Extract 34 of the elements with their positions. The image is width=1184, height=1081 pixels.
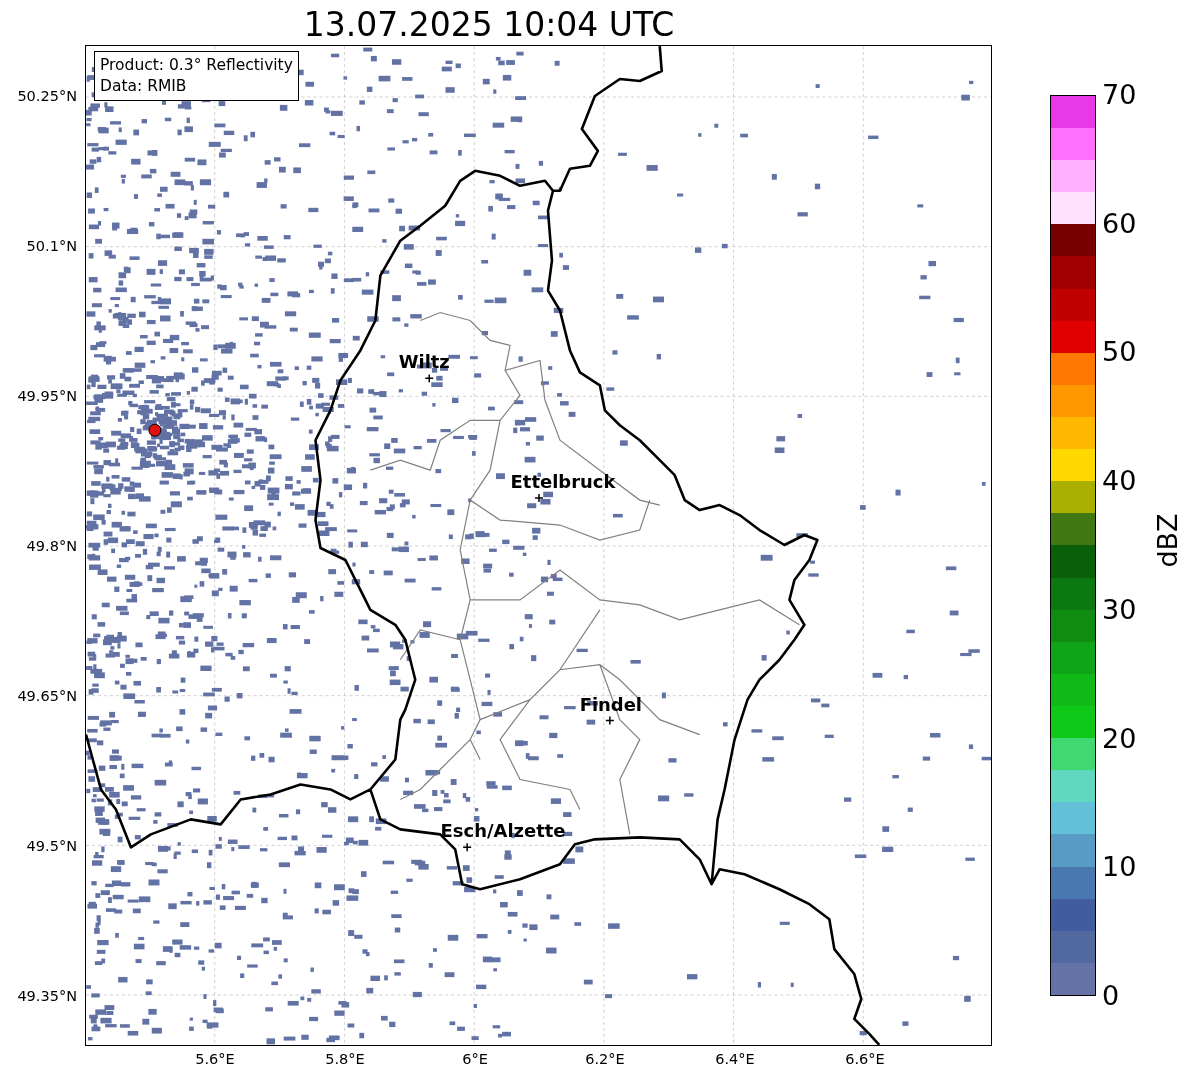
- city-marker-icon: [534, 493, 544, 503]
- longitude-label: 5.6°E: [194, 1051, 236, 1067]
- latitude-label: 50.25°N: [17, 88, 77, 104]
- city-label: Wiltz: [398, 351, 450, 373]
- scale-tick-label: 30: [1102, 593, 1137, 626]
- scale-tick-label: 0: [1102, 980, 1120, 1012]
- latitude-label: 49.95°N: [17, 388, 77, 404]
- scale-tick-label: 10: [1102, 851, 1137, 884]
- latitude-label: 50.1°N: [26, 238, 77, 254]
- legend-text: Product: 0.3° Reflectivity: [100, 55, 293, 76]
- scale-tick-label: 40: [1102, 465, 1137, 498]
- longitude-label: 6.2°E: [584, 1051, 626, 1067]
- scale-tick-label: 50: [1102, 336, 1137, 369]
- latitude-label: 49.5°N: [26, 838, 77, 854]
- longitude-label: 6°E: [461, 1051, 489, 1067]
- scale-tick-label: 60: [1102, 207, 1137, 240]
- scale-tick-label: 20: [1102, 722, 1137, 755]
- city-marker-icon: [462, 842, 472, 853]
- scale-tick-label: 70: [1102, 79, 1137, 111]
- longitude-label: 5.8°E: [324, 1051, 366, 1067]
- latitude-label: 49.35°N: [17, 988, 77, 1004]
- chart-title: 13.07.2025 10:04 UTC: [302, 4, 676, 45]
- city-label: Esch/Alzette: [440, 820, 566, 842]
- city-marker-icon: [424, 373, 434, 384]
- latitude-label: 49.8°N: [26, 538, 77, 554]
- longitude-label: 6.6°E: [844, 1051, 886, 1067]
- city-label: Findel: [579, 693, 643, 715]
- scale-unit-label: dBZ: [1151, 513, 1183, 568]
- city-marker-icon: [605, 715, 615, 726]
- radar-site-marker: [148, 423, 162, 437]
- legend-text: Data: RMIB: [100, 76, 188, 97]
- longitude-label: 6.4°E: [714, 1051, 756, 1067]
- city-label: Ettelbruck: [510, 471, 616, 493]
- latitude-label: 49.65°N: [17, 688, 77, 704]
